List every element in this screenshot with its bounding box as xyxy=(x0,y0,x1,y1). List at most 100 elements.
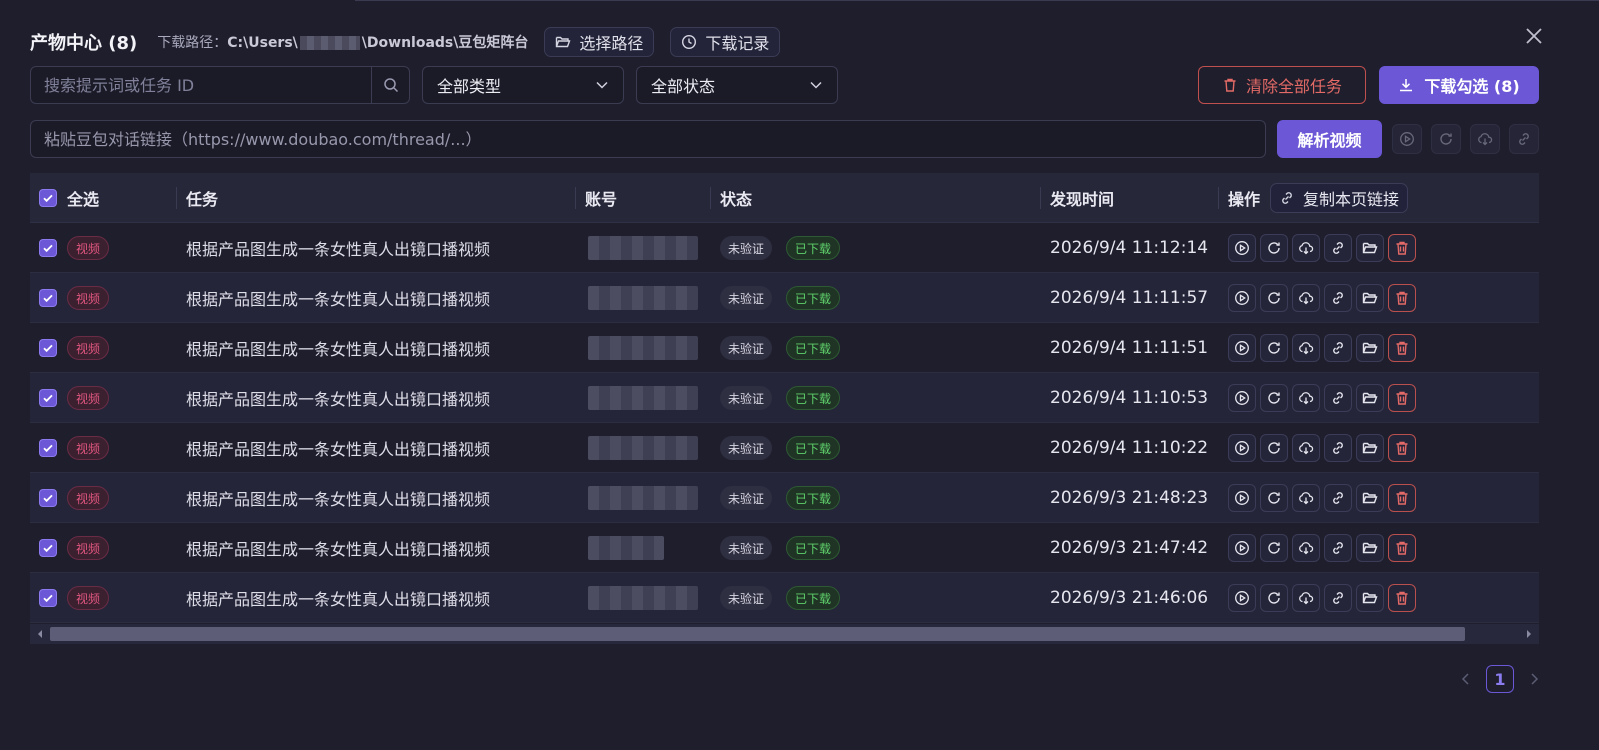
delete-button[interactable] xyxy=(1388,534,1416,562)
row-checkbox[interactable] xyxy=(39,589,57,607)
account-cell xyxy=(588,273,698,323)
status-cell: 未验证 已下载 xyxy=(720,373,841,423)
play-button[interactable] xyxy=(1228,434,1256,462)
row-checkbox[interactable] xyxy=(39,389,57,407)
copy-link-button[interactable] xyxy=(1324,384,1352,412)
horizontal-scrollbar[interactable] xyxy=(30,624,1539,644)
video-tag: 视频 xyxy=(67,586,110,610)
play-tool-button[interactable] xyxy=(1392,124,1422,154)
open-folder-button[interactable] xyxy=(1356,434,1384,462)
scrollbar-thumb[interactable] xyxy=(50,627,1465,641)
open-folder-button[interactable] xyxy=(1356,484,1384,512)
open-folder-button[interactable] xyxy=(1356,584,1384,612)
delete-button[interactable] xyxy=(1388,334,1416,362)
row-checkbox[interactable] xyxy=(39,489,57,507)
cloud-download-button[interactable] xyxy=(1292,584,1320,612)
redacted-account xyxy=(588,386,698,410)
link-icon xyxy=(1282,192,1292,204)
download-selected-button[interactable]: 下载勾选 (8) xyxy=(1379,66,1539,104)
refresh-button[interactable] xyxy=(1260,284,1288,312)
refresh-button[interactable] xyxy=(1260,334,1288,362)
download-path-prefix: C:\Users\ xyxy=(227,35,298,51)
cloud-download-button[interactable] xyxy=(1292,234,1320,262)
choose-path-button[interactable]: 选择路径 xyxy=(544,27,655,57)
refresh-button[interactable] xyxy=(1260,484,1288,512)
copy-link-button[interactable] xyxy=(1324,584,1352,612)
play-button[interactable] xyxy=(1228,234,1256,262)
open-folder-button[interactable] xyxy=(1356,334,1384,362)
copy-link-button[interactable] xyxy=(1324,234,1352,262)
redacted-account xyxy=(588,586,698,610)
video-tag: 视频 xyxy=(67,386,110,410)
copy-page-link-button[interactable]: 复制本页链接 xyxy=(1270,183,1409,213)
delete-button[interactable] xyxy=(1388,234,1416,262)
open-folder-button[interactable] xyxy=(1356,384,1384,412)
copy-link-button[interactable] xyxy=(1324,434,1352,462)
play-icon xyxy=(1400,132,1414,146)
link-tool-button[interactable] xyxy=(1509,124,1539,154)
search-button[interactable] xyxy=(371,67,409,103)
refresh-button[interactable] xyxy=(1260,434,1288,462)
open-folder-button[interactable] xyxy=(1356,234,1384,262)
close-button[interactable] xyxy=(1522,24,1546,48)
thread-url-input[interactable] xyxy=(31,129,1265,149)
select-all-checkbox[interactable] xyxy=(39,189,57,207)
play-icon xyxy=(1235,291,1249,305)
copy-link-button[interactable] xyxy=(1324,484,1352,512)
refresh-button[interactable] xyxy=(1260,534,1288,562)
delete-button[interactable] xyxy=(1388,384,1416,412)
play-button[interactable] xyxy=(1228,584,1256,612)
play-button[interactable] xyxy=(1228,284,1256,312)
prev-page-button[interactable] xyxy=(1456,665,1476,693)
cloud-download-button[interactable] xyxy=(1292,484,1320,512)
delete-button[interactable] xyxy=(1388,284,1416,312)
refresh-button[interactable] xyxy=(1260,384,1288,412)
search-input[interactable] xyxy=(31,67,371,103)
copy-link-button[interactable] xyxy=(1324,534,1352,562)
refresh-tool-button[interactable] xyxy=(1431,124,1461,154)
redacted-account xyxy=(588,536,664,560)
row-checkbox[interactable] xyxy=(39,539,57,557)
table-row: 视频 根据产品图生成一条女性真人出镜口播视频 未验证 已下载 2026/9/3 … xyxy=(30,523,1539,573)
row-checkbox[interactable] xyxy=(39,239,57,257)
refresh-button[interactable] xyxy=(1260,234,1288,262)
clear-all-tasks-button[interactable]: 清除全部任务 xyxy=(1198,66,1366,104)
cloud-download-button[interactable] xyxy=(1292,534,1320,562)
delete-button[interactable] xyxy=(1388,484,1416,512)
cloud-download-button[interactable] xyxy=(1292,384,1320,412)
cloud-download-button[interactable] xyxy=(1292,434,1320,462)
play-button[interactable] xyxy=(1228,534,1256,562)
actions-label: 操作 xyxy=(1228,190,1261,209)
delete-button[interactable] xyxy=(1388,434,1416,462)
cloud-download-button[interactable] xyxy=(1292,284,1320,312)
select-all[interactable]: 全选 xyxy=(39,173,99,223)
link-icon xyxy=(1519,133,1529,145)
cloud-download-button[interactable] xyxy=(1292,334,1320,362)
copy-link-button[interactable] xyxy=(1324,284,1352,312)
open-folder-button[interactable] xyxy=(1356,284,1384,312)
refresh-button[interactable] xyxy=(1260,584,1288,612)
row-checkbox[interactable] xyxy=(39,289,57,307)
row-checkbox[interactable] xyxy=(39,339,57,357)
play-button[interactable] xyxy=(1228,384,1256,412)
scroll-right-arrow[interactable] xyxy=(1524,628,1534,640)
upload-tool-button[interactable] xyxy=(1470,124,1500,154)
column-account: 账号 xyxy=(585,190,618,209)
row-checkbox[interactable] xyxy=(39,439,57,457)
unverified-badge: 未验证 xyxy=(720,336,773,360)
play-button[interactable] xyxy=(1228,484,1256,512)
scroll-left-arrow[interactable] xyxy=(35,628,45,640)
delete-button[interactable] xyxy=(1388,584,1416,612)
copy-link-button[interactable] xyxy=(1324,334,1352,362)
unverified-badge: 未验证 xyxy=(720,236,773,260)
status-select[interactable]: 全部状态 xyxy=(636,66,838,104)
play-button[interactable] xyxy=(1228,334,1256,362)
download-history-button[interactable]: 下载记录 xyxy=(670,27,781,57)
open-folder-button[interactable] xyxy=(1356,534,1384,562)
type-select[interactable]: 全部类型 xyxy=(422,66,624,104)
link-icon xyxy=(1333,342,1343,354)
download-path: 下载路径：C:\Users\ \Downloads\豆包矩阵台 xyxy=(157,32,528,52)
next-page-button[interactable] xyxy=(1524,665,1544,693)
page-1-button[interactable]: 1 xyxy=(1486,665,1514,693)
parse-video-button[interactable]: 解析视频 xyxy=(1277,120,1382,158)
